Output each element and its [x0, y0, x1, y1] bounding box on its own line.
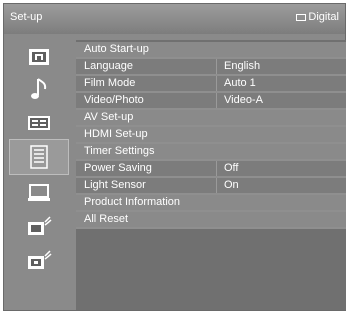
menu-item-label: AV Set-up	[84, 111, 134, 123]
sidebar-item-pc[interactable]	[9, 176, 69, 209]
setup-icon	[30, 145, 48, 169]
pc-icon	[28, 183, 50, 201]
menu-item-label: Timer Settings	[84, 145, 155, 157]
tv-menu-screen: Set-up Digital Auto Start-up Language En…	[3, 3, 346, 311]
menu-item-value: Video-A	[224, 94, 263, 106]
menu-item-label: Language	[84, 60, 133, 72]
digital-network-icon	[28, 249, 52, 269]
music-note-icon	[31, 77, 47, 99]
network-icon	[28, 215, 52, 235]
input-source: Digital	[296, 11, 339, 23]
menu-item-product-information[interactable]: Product Information	[76, 195, 346, 212]
menu-item-value: Auto 1	[224, 77, 256, 89]
column-divider	[216, 76, 217, 91]
menu-item-label: Film Mode	[84, 77, 136, 89]
menu-item-auto-start-up[interactable]: Auto Start-up	[76, 42, 346, 59]
menu-item-hdmi-set-up[interactable]: HDMI Set-up	[76, 127, 346, 144]
sidebar-item-digital[interactable]	[9, 244, 69, 277]
sidebar-item-network[interactable]	[9, 210, 69, 243]
sidebar-item-picture[interactable]	[9, 40, 69, 73]
column-divider	[216, 178, 217, 193]
menu-item-label: HDMI Set-up	[84, 128, 148, 140]
column-divider	[216, 161, 217, 176]
sidebar-item-screen[interactable]	[9, 106, 69, 139]
menu-item-label: Power Saving	[84, 162, 152, 174]
menu-item-light-sensor[interactable]: Light Sensor On	[76, 178, 346, 195]
column-divider	[216, 59, 217, 74]
sidebar-item-setup[interactable]	[9, 139, 69, 175]
screen-icon	[28, 115, 50, 130]
menu-item-timer-settings[interactable]: Timer Settings	[76, 144, 346, 161]
menu-item-label: Video/Photo	[84, 94, 144, 106]
menu-item-film-mode[interactable]: Film Mode Auto 1	[76, 76, 346, 93]
monitor-icon	[296, 13, 307, 21]
menu-title: Set-up	[10, 11, 43, 23]
menu-item-all-reset[interactable]: All Reset	[76, 212, 346, 229]
menu-item-power-saving[interactable]: Power Saving Off	[76, 161, 346, 178]
picture-icon	[29, 48, 49, 65]
column-divider	[216, 93, 217, 108]
setup-menu-panel: Auto Start-up Language English Film Mode…	[76, 40, 346, 310]
title-bar: Set-up Digital	[4, 4, 345, 34]
sidebar-item-sound[interactable]	[9, 73, 69, 106]
menu-item-value: Off	[224, 162, 239, 174]
menu-item-label: Auto Start-up	[84, 43, 149, 55]
menu-item-video-photo[interactable]: Video/Photo Video-A	[76, 93, 346, 110]
menu-item-value: On	[224, 179, 239, 191]
menu-item-language[interactable]: Language English	[76, 59, 346, 76]
menu-item-value: English	[224, 60, 261, 72]
menu-item-label: All Reset	[84, 213, 129, 225]
input-source-label: Digital	[308, 11, 339, 23]
menu-item-av-set-up[interactable]: AV Set-up	[76, 110, 346, 127]
menu-item-label: Product Information	[84, 196, 180, 208]
menu-item-label: Light Sensor	[84, 179, 146, 191]
